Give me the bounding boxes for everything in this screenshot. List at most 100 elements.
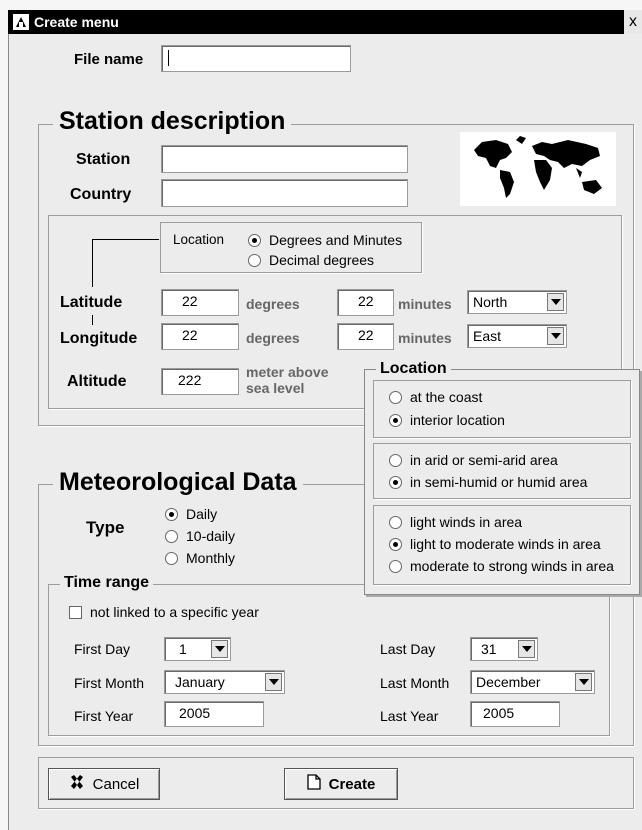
radio-decimal-degrees[interactable]: Decimal degrees: [248, 252, 374, 268]
radio-label: in arid or semi-arid area: [410, 452, 558, 468]
radio-light-moderate-winds[interactable]: light to moderate winds in area: [389, 536, 601, 552]
last-day-label: Last Day: [380, 641, 436, 657]
radio-indicator: [165, 529, 178, 543]
radio-interior-location[interactable]: interior location: [389, 412, 505, 428]
radio-at-the-coast[interactable]: at the coast: [389, 389, 482, 405]
last-month-select[interactable]: December: [470, 670, 595, 694]
select-value: 31: [481, 641, 497, 657]
location-popup-title: Location: [376, 360, 451, 378]
radio-indicator: [389, 515, 402, 529]
window-title: Create menu: [34, 14, 119, 30]
radio-10-daily[interactable]: 10-daily: [165, 528, 235, 544]
country-input[interactable]: [161, 179, 408, 207]
longitude-direction-select[interactable]: East: [467, 324, 567, 348]
radio-label: in semi-humid or humid area: [410, 474, 588, 490]
radio-indicator: [389, 453, 402, 467]
radio-degrees-minutes[interactable]: Degrees and Minutes: [248, 232, 402, 248]
latitude-degrees-input[interactable]: 22: [161, 289, 239, 316]
select-value: December: [476, 674, 541, 690]
close-button[interactable]: x: [624, 10, 642, 34]
connector-line-vertical: [92, 239, 93, 287]
radio-indicator: [389, 559, 402, 573]
create-label: Create: [328, 775, 376, 793]
create-button[interactable]: Create: [284, 768, 398, 800]
select-value: 1: [179, 641, 187, 657]
last-month-label: Last Month: [380, 675, 450, 691]
connector-line-vertical-lower: [92, 315, 93, 325]
checkbox-label: not linked to a specific year: [90, 604, 259, 620]
first-day-select[interactable]: 1: [164, 637, 231, 661]
file-name-label: File name: [74, 51, 144, 68]
close-icon: x: [629, 13, 637, 30]
latitude-minutes-unit: minutes: [398, 296, 452, 312]
new-document-icon: [306, 774, 321, 794]
chevron-down-icon: [518, 640, 535, 658]
first-month-select[interactable]: January: [164, 670, 285, 694]
radio-humid-area[interactable]: in semi-humid or humid area: [389, 474, 587, 490]
station-input[interactable]: [161, 145, 408, 173]
world-map-icon: [460, 132, 616, 206]
radio-indicator: [165, 507, 178, 521]
radio-label: Monthly: [186, 550, 236, 566]
radio-daily[interactable]: Daily: [165, 506, 217, 522]
station-description-heading: Station description: [53, 107, 292, 136]
chevron-down-icon: [547, 293, 564, 311]
first-day-label: First Day: [74, 641, 130, 657]
radio-indicator: [389, 537, 402, 551]
connector-line-horizontal: [92, 239, 159, 240]
latitude-minutes-input[interactable]: 22: [337, 289, 394, 316]
location-format-label: Location: [173, 232, 225, 247]
chevron-down-icon: [211, 640, 228, 658]
radio-label: at the coast: [410, 389, 483, 405]
radio-label: moderate to strong winds in area: [410, 558, 614, 574]
radio-label: light winds in area: [410, 514, 523, 530]
radio-arid-area[interactable]: in arid or semi-arid area: [389, 452, 558, 468]
type-label: Type: [86, 518, 125, 537]
checkbox-indicator: [69, 605, 82, 619]
chevron-down-icon: [265, 673, 282, 691]
longitude-minutes-input[interactable]: 22: [337, 323, 394, 350]
radio-indicator: [389, 413, 402, 427]
radio-monthly[interactable]: Monthly: [165, 550, 235, 566]
last-year-input[interactable]: 2005: [470, 701, 560, 727]
cancel-label: Cancel: [92, 775, 140, 793]
time-range-heading: Time range: [60, 574, 154, 592]
select-value: January: [175, 674, 225, 690]
text-caret: [168, 50, 169, 67]
radio-light-winds[interactable]: light winds in area: [389, 514, 522, 530]
title-bar: Create menu: [8, 10, 642, 34]
longitude-label: Longitude: [60, 330, 138, 347]
longitude-degrees-input[interactable]: 22: [161, 323, 239, 350]
radio-indicator: [389, 390, 402, 404]
cancel-button[interactable]: Cancel: [48, 768, 160, 800]
select-value: East: [473, 328, 502, 344]
app-icon: [12, 14, 30, 30]
last-year-label: Last Year: [380, 708, 439, 724]
radio-indicator: [248, 253, 261, 267]
first-year-input[interactable]: 2005: [164, 701, 264, 727]
longitude-degrees-unit: degrees: [246, 330, 300, 346]
first-year-label: First Year: [74, 708, 134, 724]
radio-label: light to moderate winds in area: [410, 536, 601, 552]
altitude-input[interactable]: 222: [161, 368, 239, 395]
radio-moderate-strong-winds[interactable]: moderate to strong winds in area: [389, 558, 614, 574]
radio-label: interior location: [410, 412, 505, 428]
station-label: Station: [76, 151, 131, 168]
file-name-input[interactable]: [161, 45, 351, 72]
select-value: North: [473, 294, 508, 310]
radio-indicator: [248, 233, 261, 247]
altitude-unit-line2: sea level: [246, 380, 305, 396]
chevron-down-icon: [547, 327, 564, 345]
latitude-degrees-unit: degrees: [246, 296, 300, 312]
last-day-select[interactable]: 31: [470, 637, 538, 661]
latitude-label: Latitude: [60, 294, 123, 311]
latitude-direction-select[interactable]: North: [467, 290, 567, 314]
radio-label: Decimal degrees: [269, 252, 375, 268]
radio-label: Daily: [186, 506, 218, 522]
altitude-unit-line1: meter above: [246, 364, 329, 380]
radio-indicator: [165, 551, 178, 565]
first-month-label: First Month: [74, 675, 145, 691]
not-linked-checkbox[interactable]: not linked to a specific year: [69, 604, 259, 620]
altitude-label: Altitude: [67, 373, 127, 390]
radio-label: Degrees and Minutes: [269, 232, 403, 248]
